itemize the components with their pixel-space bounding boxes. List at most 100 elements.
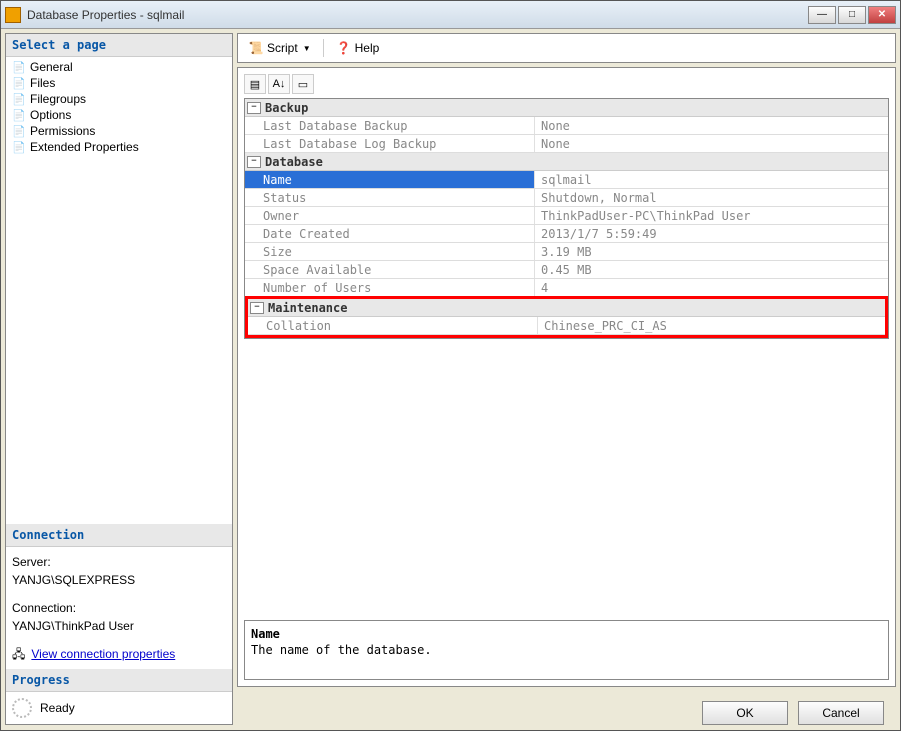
page-files[interactable]: 📄 Files	[8, 75, 230, 91]
help-icon: ❓	[336, 40, 352, 56]
help-label: Help	[355, 41, 380, 55]
connection-header: Connection	[6, 524, 232, 547]
prop-last-database-backup[interactable]: Last Database Backup None	[245, 117, 888, 135]
page-list: 📄 General 📄 Files 📄 Filegroups 📄 Options…	[6, 57, 232, 157]
page-options[interactable]: 📄 Options	[8, 107, 230, 123]
minimize-button[interactable]: —	[808, 6, 836, 24]
toolbar: 📜 Script ▼ ❓ Help	[237, 33, 896, 63]
prop-date-created[interactable]: Date Created 2013/1/7 5:59:49	[245, 225, 888, 243]
prop-value: None	[535, 135, 888, 152]
prop-value: Chinese_PRC_CI_AS	[538, 317, 885, 334]
section-maintenance-header[interactable]: − Maintenance	[248, 299, 885, 317]
page-filegroups[interactable]: 📄 Filegroups	[8, 91, 230, 107]
prop-owner[interactable]: Owner ThinkPadUser-PC\ThinkPad User	[245, 207, 888, 225]
prop-label: Status	[245, 189, 535, 206]
page-icon: 📄	[10, 92, 28, 106]
page-icon: 📄	[10, 108, 28, 122]
page-label: Permissions	[30, 124, 95, 138]
collapse-icon[interactable]: −	[250, 302, 264, 314]
database-icon	[5, 7, 21, 23]
connection-value: YANJG\ThinkPad User	[12, 617, 226, 635]
prop-size[interactable]: Size 3.19 MB	[245, 243, 888, 261]
titlebar[interactable]: Database Properties - sqlmail — □ ✕	[1, 1, 900, 29]
connection-section: Connection Server: YANJG\SQLEXPRESS Conn…	[6, 524, 232, 724]
prop-space-available[interactable]: Space Available 0.45 MB	[245, 261, 888, 279]
ok-button[interactable]: OK	[702, 701, 788, 725]
page-extended-properties[interactable]: 📄 Extended Properties	[8, 139, 230, 155]
cancel-button[interactable]: Cancel	[798, 701, 884, 725]
script-label: Script	[267, 41, 298, 55]
prop-number-of-users[interactable]: Number of Users 4	[245, 279, 888, 297]
prop-label: Collation	[248, 317, 538, 334]
window-title: Database Properties - sqlmail	[27, 8, 808, 22]
collapse-icon[interactable]: −	[247, 102, 261, 114]
section-database-header[interactable]: − Database	[245, 153, 888, 171]
prop-value: None	[535, 117, 888, 134]
server-label: Server:	[12, 553, 226, 571]
dialog-window: Database Properties - sqlmail — □ ✕ Sele…	[0, 0, 901, 731]
server-info: Server: YANJG\SQLEXPRESS	[12, 553, 226, 589]
help-description-box: Name The name of the database.	[244, 620, 889, 680]
section-title: Maintenance	[268, 301, 347, 315]
page-label: Filegroups	[30, 92, 86, 106]
prop-value: 3.19 MB	[535, 243, 888, 260]
help-title: Name	[251, 627, 882, 641]
prop-value: sqlmail	[535, 171, 888, 188]
collapse-icon[interactable]: −	[247, 156, 261, 168]
prop-status[interactable]: Status Shutdown, Normal	[245, 189, 888, 207]
view-connection-properties[interactable]: 🖧 View connection properties	[12, 645, 226, 663]
select-a-page-header: Select a page	[6, 34, 232, 57]
prop-value: 0.45 MB	[535, 261, 888, 278]
prop-label: Date Created	[245, 225, 535, 242]
left-panel: Select a page 📄 General 📄 Files 📄 Filegr…	[5, 33, 233, 725]
page-label: General	[30, 60, 73, 74]
page-label: Extended Properties	[30, 140, 139, 154]
main-content: ▤ A↓ ▭ − Backup Last Database Backup Non…	[237, 67, 896, 687]
progress-status: Ready	[40, 701, 75, 715]
help-description: The name of the database.	[251, 643, 882, 657]
progress-body: Ready	[6, 692, 232, 724]
section-title: Backup	[265, 101, 308, 115]
page-label: Options	[30, 108, 71, 122]
dialog-buttons: OK Cancel	[237, 691, 896, 725]
section-title: Database	[265, 155, 323, 169]
view-connection-properties-link[interactable]: View connection properties	[31, 645, 175, 663]
separator	[323, 39, 324, 57]
connection-info: Connection: YANJG\ThinkPad User	[12, 599, 226, 635]
help-button[interactable]: ❓ Help	[332, 38, 384, 58]
propertypage-button[interactable]: ▭	[292, 74, 314, 94]
prop-last-database-log-backup[interactable]: Last Database Log Backup None	[245, 135, 888, 153]
page-icon: 📄	[10, 76, 28, 90]
prop-label: Owner	[245, 207, 535, 224]
window-controls: — □ ✕	[808, 6, 896, 24]
prop-value: 4	[535, 279, 888, 296]
prop-label: Space Available	[245, 261, 535, 278]
highlight-box: − Maintenance Collation Chinese_PRC_CI_A…	[245, 296, 888, 338]
progress-header: Progress	[6, 669, 232, 692]
close-button[interactable]: ✕	[868, 6, 896, 24]
server-value: YANJG\SQLEXPRESS	[12, 571, 226, 589]
property-grid[interactable]: − Backup Last Database Backup None Last …	[244, 98, 889, 339]
categorized-button[interactable]: ▤	[244, 74, 266, 94]
prop-value: 2013/1/7 5:59:49	[535, 225, 888, 242]
section-backup-header[interactable]: − Backup	[245, 99, 888, 117]
page-permissions[interactable]: 📄 Permissions	[8, 123, 230, 139]
properties-icon: 🖧	[12, 645, 25, 663]
page-icon: 📄	[10, 124, 28, 138]
page-general[interactable]: 📄 General	[8, 59, 230, 75]
maximize-button[interactable]: □	[838, 6, 866, 24]
prop-label: Name	[245, 171, 535, 188]
page-icon: 📄	[10, 60, 28, 74]
connection-label: Connection:	[12, 599, 226, 617]
prop-collation[interactable]: Collation Chinese_PRC_CI_AS	[248, 317, 885, 335]
prop-label: Size	[245, 243, 535, 260]
progress-spinner-icon	[12, 698, 32, 718]
prop-label: Last Database Backup	[245, 117, 535, 134]
prop-value: Shutdown, Normal	[535, 189, 888, 206]
script-icon: 📜	[248, 40, 264, 56]
alphabetical-button[interactable]: A↓	[268, 74, 290, 94]
right-panel: 📜 Script ▼ ❓ Help ▤ A↓ ▭	[237, 33, 896, 725]
script-button[interactable]: 📜 Script ▼	[244, 38, 315, 58]
prop-name[interactable]: Name sqlmail	[245, 171, 888, 189]
page-label: Files	[30, 76, 55, 90]
